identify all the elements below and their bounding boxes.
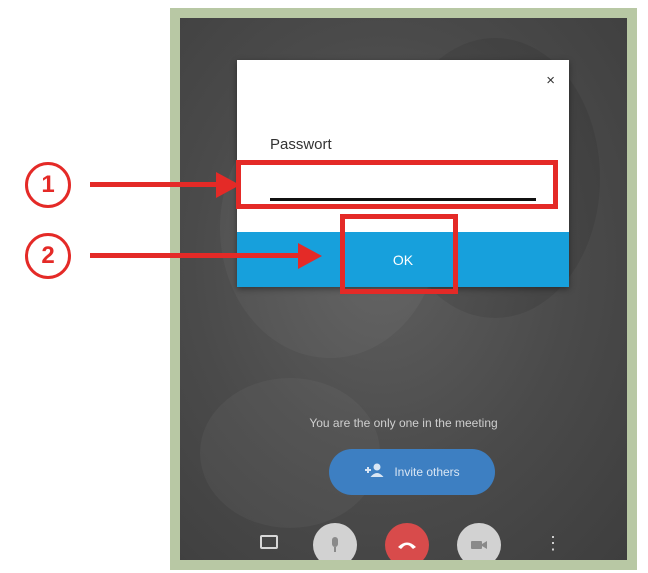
hang-up-icon — [398, 542, 416, 549]
arrow-1-line — [90, 182, 220, 187]
microphone-button[interactable] — [313, 523, 357, 560]
invite-others-button[interactable]: Invite others — [329, 449, 495, 495]
close-icon[interactable]: × — [546, 72, 555, 89]
password-label: Passwort — [270, 136, 332, 153]
step-marker-2: 2 — [25, 233, 71, 279]
arrow-1-head — [216, 172, 240, 198]
hang-up-button[interactable] — [385, 523, 429, 560]
arrow-2-head — [298, 243, 322, 269]
meeting-status-text: You are the only one in the meeting — [309, 416, 498, 430]
camera-button[interactable] — [457, 523, 501, 560]
camera-icon — [471, 541, 487, 549]
arrow-2-line — [90, 253, 302, 258]
highlight-ok-button — [340, 214, 458, 294]
add-person-icon — [364, 463, 384, 482]
step-marker-2-label: 2 — [41, 242, 55, 269]
invite-others-label: Invite others — [394, 465, 460, 479]
highlight-password-field — [236, 160, 558, 209]
step-marker-1: 1 — [25, 162, 71, 208]
chat-icon[interactable] — [260, 535, 278, 549]
step-marker-1-label: 1 — [41, 171, 55, 198]
microphone-icon — [332, 537, 338, 552]
more-options-icon[interactable]: ⋮ — [544, 533, 562, 554]
